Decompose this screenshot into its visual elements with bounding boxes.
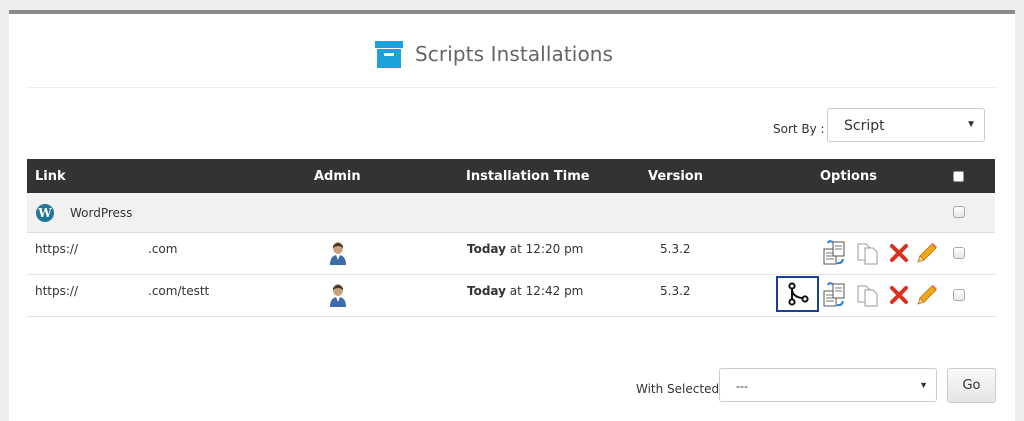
installation-clock: at 12:42 pm xyxy=(505,284,584,298)
installations-panel: Scripts Installations Sort By : Script ▼… xyxy=(9,10,1015,421)
copy-icon xyxy=(857,243,878,265)
close-icon xyxy=(890,286,908,304)
with-selected-label: With Selected: xyxy=(636,382,724,396)
table-header: Link Admin Installation Time Version Opt… xyxy=(27,159,995,193)
clone-option[interactable] xyxy=(822,281,846,309)
wordpress-logo-icon: W xyxy=(36,204,54,222)
installation-version: 5.3.2 xyxy=(660,284,691,298)
sort-by-label: Sort By : xyxy=(773,122,825,136)
column-header-admin: Admin xyxy=(314,169,361,184)
branch-icon xyxy=(787,282,809,306)
row-select-checkbox[interactable] xyxy=(953,247,965,259)
title-divider xyxy=(27,87,997,88)
installation-link-suffix[interactable]: .com xyxy=(148,242,177,256)
clone-icon xyxy=(823,240,845,265)
sort-by-value: Script xyxy=(844,118,885,134)
column-header-options: Options xyxy=(820,169,877,184)
clone-icon xyxy=(823,282,845,307)
table-row: https:// .com/testt Today at 12:42 pm 5.… xyxy=(27,275,995,317)
with-selected-value: --- xyxy=(736,379,748,393)
installation-link-suffix[interactable]: .com/testt xyxy=(148,284,209,298)
installation-day: Today xyxy=(467,242,506,256)
sort-by-select[interactable]: Script ▼ xyxy=(827,108,985,142)
chevron-down-icon: ▼ xyxy=(966,119,976,130)
delete-option[interactable] xyxy=(888,281,910,309)
page-title: Scripts Installations xyxy=(415,42,614,66)
page-header: Scripts Installations xyxy=(9,14,1015,90)
installation-day: Today xyxy=(467,284,506,298)
installation-time: Today at 12:42 pm xyxy=(467,284,583,298)
branch-option[interactable] xyxy=(776,276,819,312)
column-header-link: Link xyxy=(35,169,66,184)
copy-option[interactable] xyxy=(856,281,880,309)
copy-option[interactable] xyxy=(856,239,880,267)
installation-link-prefix[interactable]: https:// xyxy=(35,284,78,298)
script-group-row: W WordPress xyxy=(27,193,995,233)
page-title-wrap: Scripts Installations xyxy=(375,38,613,70)
edit-option[interactable] xyxy=(916,239,938,267)
close-icon xyxy=(890,244,908,262)
installation-clock: at 12:20 pm xyxy=(505,242,584,256)
row-select-checkbox[interactable] xyxy=(953,289,965,301)
archive-box-icon xyxy=(375,40,403,68)
installation-time: Today at 12:20 pm xyxy=(467,242,583,256)
script-group-name: WordPress xyxy=(70,206,133,220)
table-row: https:// .com Today at 12:20 pm 5.3.2 xyxy=(27,233,995,275)
installation-version: 5.3.2 xyxy=(660,242,691,256)
pencil-icon xyxy=(917,285,937,305)
with-selected-select[interactable]: --- ▼ xyxy=(719,368,937,402)
delete-option[interactable] xyxy=(888,239,910,267)
column-header-installation-time: Installation Time xyxy=(466,169,590,184)
admin-user-icon[interactable] xyxy=(329,241,347,265)
go-button[interactable]: Go xyxy=(947,368,996,403)
edit-option[interactable] xyxy=(916,281,938,309)
copy-icon xyxy=(857,285,878,307)
installations-table: Link Admin Installation Time Version Opt… xyxy=(27,159,995,317)
installation-link-prefix[interactable]: https:// xyxy=(35,242,78,256)
pencil-icon xyxy=(917,243,937,263)
group-select-checkbox[interactable] xyxy=(953,206,965,218)
clone-option[interactable] xyxy=(822,239,846,267)
select-all-checkbox[interactable] xyxy=(953,171,964,182)
admin-user-icon[interactable] xyxy=(329,283,347,307)
chevron-down-icon: ▼ xyxy=(919,380,928,390)
column-header-version: Version xyxy=(648,169,703,184)
